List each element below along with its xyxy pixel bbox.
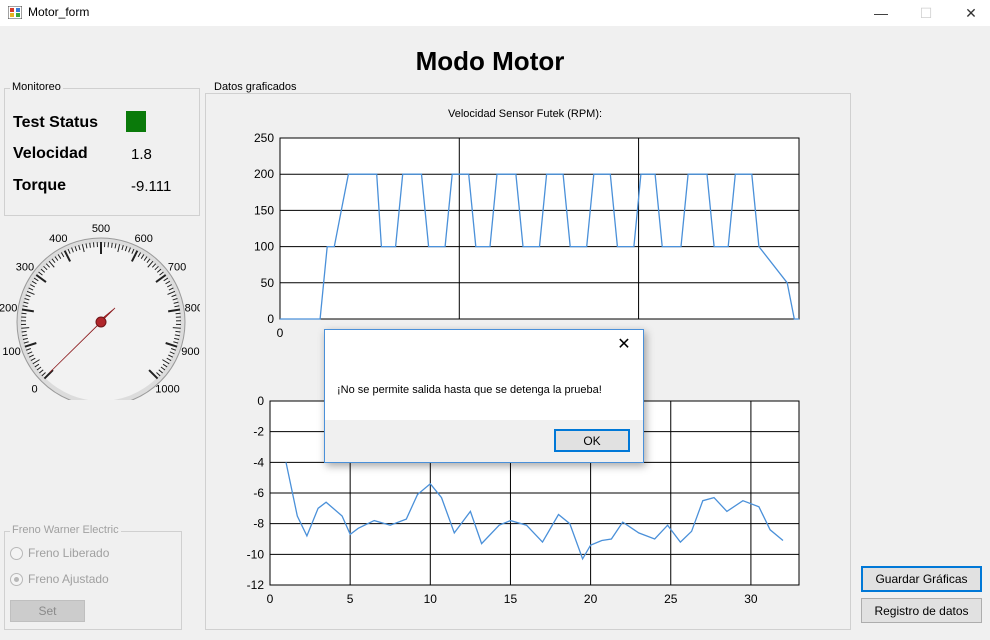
gauge-label: 700 (168, 262, 186, 274)
speed-gauge: 0 100 200 300 400 500 600 700 800 900 1000 (0, 223, 200, 400)
y-tick-label: -12 (247, 578, 265, 592)
chart1-title: Velocidad Sensor Futek (RPM): (448, 108, 603, 120)
dialog-close-icon[interactable]: ✕ (615, 336, 633, 354)
gauge-hub (95, 316, 107, 328)
set-button[interactable]: Set (10, 600, 85, 622)
velocidad-chart: 0 50 100 150 200 250 0 (254, 131, 800, 340)
close-window-button[interactable]: ✕ (948, 0, 990, 26)
x-tick-label: 10 (424, 592, 438, 606)
torque-label: Torque (13, 177, 67, 194)
status-indicator (126, 111, 146, 132)
y-tick-label: -10 (247, 547, 265, 561)
gauge-tick (175, 330, 181, 333)
gauge-label: 800 (185, 302, 200, 314)
datos-legend: Datos graficados (212, 81, 299, 93)
gauge-label: 600 (134, 233, 152, 245)
freno-liberado-label: Freno Liberado (28, 546, 110, 560)
page-title: Modo Motor (415, 46, 565, 76)
x-tick-label: 20 (584, 592, 598, 606)
y-tick-label: -6 (253, 486, 264, 500)
gauge-label: 300 (16, 262, 34, 274)
y-tick-label: -2 (253, 425, 264, 439)
y-tick-label: 100 (254, 240, 274, 254)
y-tick-label: 0 (267, 312, 274, 326)
x-tick-label: 5 (347, 592, 354, 606)
y-tick-label: -4 (253, 455, 264, 469)
x-tick-label: 30 (744, 592, 758, 606)
gauge-tick (172, 327, 181, 329)
dialog-body (325, 330, 643, 420)
title-bar (0, 0, 990, 26)
gauge-label: 0 (31, 383, 37, 395)
y-tick-label: 200 (254, 167, 274, 181)
freno-ajustado-radio[interactable] (10, 573, 23, 586)
gauge-label: 1000 (155, 383, 179, 395)
freno-liberado-radio[interactable] (10, 547, 23, 560)
guardar-graficas-button[interactable]: Guardar Gráficas (861, 566, 982, 592)
y-tick-label: 50 (261, 276, 275, 290)
window-title: Motor_form (28, 5, 90, 19)
y-tick-label: 0 (257, 394, 264, 408)
plot-area (279, 137, 800, 320)
gauge-tick (21, 330, 27, 333)
gauge-label: 200 (0, 302, 17, 314)
minimize-button[interactable]: — (858, 0, 904, 26)
gauge-label: 400 (49, 233, 67, 245)
gauge-tick (111, 242, 113, 248)
x-tick-label: 25 (664, 592, 678, 606)
y-tick-label: 250 (254, 131, 274, 145)
gauge-tick (175, 312, 181, 315)
registro-datos-button[interactable]: Registro de datos (861, 598, 982, 623)
ok-button[interactable]: OK (554, 429, 630, 452)
status-label: Test Status (13, 114, 99, 131)
freno-legend: Freno Warner Electric (10, 524, 121, 536)
gauge-label: 900 (181, 346, 199, 358)
app-icon (8, 6, 22, 19)
maximize-button[interactable]: ☐ (903, 0, 949, 26)
velocidad-label: Velocidad (13, 145, 88, 162)
torque-value: -9.111 (131, 178, 172, 195)
velocidad-value: 1.8 (131, 146, 152, 163)
x-tick-label: 0 (267, 592, 274, 606)
gauge-tick (21, 327, 30, 329)
x-tick-label: 0 (277, 326, 284, 340)
gauge-label: 100 (2, 346, 20, 358)
gauge-label: 500 (92, 223, 110, 235)
warning-dialog: ✕ ¡No se permite salida hasta que se det… (324, 329, 644, 463)
freno-ajustado-label: Freno Ajustado (28, 572, 109, 586)
x-tick-label: 15 (504, 592, 518, 606)
gauge-tick (21, 312, 27, 315)
gauge-tick (89, 242, 91, 248)
y-tick-label: 150 (254, 203, 274, 217)
y-tick-label: -8 (253, 517, 264, 531)
dialog-message: ¡No se permite salida hasta que se deten… (337, 384, 602, 396)
monitoreo-legend: Monitoreo (10, 81, 63, 93)
